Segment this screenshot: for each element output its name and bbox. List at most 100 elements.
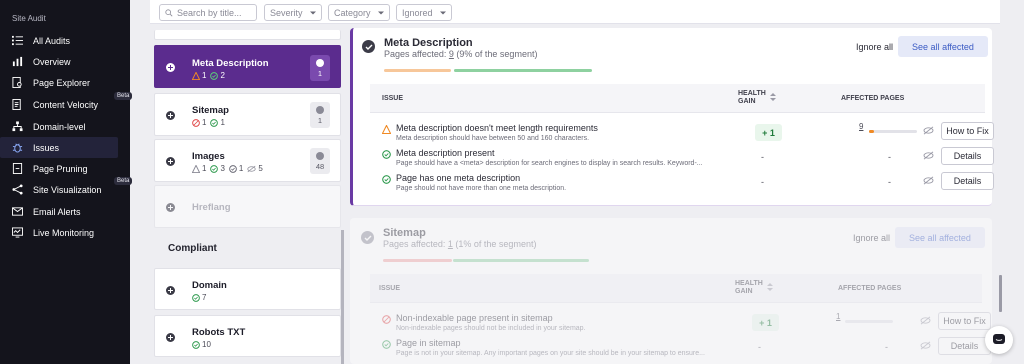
eye-off-icon[interactable]	[920, 316, 931, 325]
sidebar-item-label: Content Velocity	[33, 99, 99, 110]
see-all-affected-button[interactable]: See all affected	[898, 36, 988, 57]
ignore-all-button[interactable]: Ignore all	[856, 42, 893, 52]
pages-affected: Pages affected: 1 (1% of the segment)	[383, 239, 536, 249]
eye-off-icon[interactable]	[923, 176, 934, 185]
issue-description: Non-indexable pages should not be includ…	[396, 325, 586, 332]
pages-affected-label: Pages affected:	[384, 49, 449, 59]
check-circle-icon	[192, 293, 200, 302]
ok-count: 3	[220, 164, 225, 173]
severity-select[interactable]: Severity	[264, 4, 322, 21]
how-to-fix-button[interactable]: How to Fix	[938, 312, 991, 330]
compliant-section-title: Compliant	[168, 243, 217, 254]
pages-affected-percent: (9% of the segment)	[453, 49, 538, 59]
check-icon	[362, 40, 375, 53]
sidebar-item-overview[interactable]: Overview	[0, 51, 130, 72]
sidebar-item-domain-level[interactable]: Domain-level	[0, 116, 130, 137]
column-affected-pages: AFFECTED PAGES	[838, 285, 902, 292]
check-circle-icon	[382, 175, 391, 184]
health-gain-badge: + 1	[755, 124, 782, 141]
details-button[interactable]: Details	[938, 337, 991, 355]
category-select[interactable]: Category	[328, 4, 390, 21]
network-icon	[12, 184, 23, 195]
error-count: 1	[202, 118, 207, 127]
issue-group-images[interactable]: Images 1 3 1 5 48	[154, 139, 341, 182]
search-input[interactable]: Search by title...	[159, 4, 257, 21]
chat-button[interactable]	[985, 326, 1013, 354]
sidebar-item-site-visualization[interactable]: Site Visualization	[0, 179, 130, 200]
sidebar-item-all-audits[interactable]: All Audits	[0, 30, 130, 51]
eye-off-icon[interactable]	[923, 151, 934, 160]
column-health-gain[interactable]: HEALTH	[738, 90, 766, 97]
segment-bar-ok	[454, 69, 592, 72]
expand-icon	[166, 333, 175, 342]
issue-title: Meta description present	[396, 148, 495, 158]
severity-label: Severity	[270, 7, 303, 18]
affected-pages-bar	[869, 130, 917, 133]
badge-count: 1	[317, 68, 323, 78]
compliant-item-domain[interactable]: Domain 7	[154, 268, 341, 310]
sidebar-item-live-monitoring[interactable]: Live Monitoring	[0, 222, 130, 243]
table-row: Meta description present Page should hav…	[370, 146, 994, 171]
check-circle-icon	[382, 150, 391, 159]
sidebar-item-email-alerts[interactable]: Email Alerts	[0, 201, 130, 222]
table-header: ISSUE HEALTH GAIN AFFECTED PAGES	[370, 84, 985, 113]
compliant-item-title: Robots TXT	[192, 327, 246, 338]
compliant-item-counts: 10	[192, 340, 211, 349]
ignored-select[interactable]: Ignored	[396, 4, 452, 21]
eye-off-icon[interactable]	[923, 126, 934, 135]
search-icon	[165, 8, 173, 16]
segment-bar-warning	[384, 69, 451, 72]
affected-pages-bar-fill	[869, 130, 874, 133]
column-health-gain[interactable]: HEALTH	[735, 280, 763, 287]
sidebar-item-page-explorer[interactable]: Page Explorer	[0, 72, 130, 93]
affected-pages-link[interactable]: 1	[836, 312, 840, 321]
health-gain-value: -	[758, 342, 761, 352]
sidebar-item-label: Page Pruning	[33, 163, 88, 174]
expand-icon	[166, 203, 175, 212]
sidebar-item-issues[interactable]: Issues	[0, 137, 118, 158]
column-issue: ISSUE	[382, 95, 404, 102]
affected-pages-link[interactable]: 9	[859, 122, 863, 131]
issue-group-meta-description[interactable]: Meta Description 1 2 1	[154, 45, 341, 88]
see-all-affected-button[interactable]: See all affected	[895, 227, 985, 248]
compliant-item-counts: 7	[192, 293, 206, 302]
expand-icon	[166, 157, 175, 166]
how-to-fix-button[interactable]: How to Fix	[941, 122, 994, 140]
sidebar-item-page-pruning[interactable]: Page Pruning	[0, 158, 130, 179]
issue-title: Page has one meta description	[396, 173, 521, 183]
ignore-all-button[interactable]: Ignore all	[853, 233, 890, 243]
error-icon	[382, 315, 391, 324]
issue-description: Meta description should have between 50 …	[396, 135, 590, 142]
plus-circle-icon	[316, 58, 324, 67]
pages-affected: Pages affected: 9 (9% of the segment)	[384, 49, 537, 59]
issue-group-sitemap[interactable]: Sitemap 1 1 1	[154, 93, 341, 136]
compliant-item-robots-txt[interactable]: Robots TXT 10	[154, 315, 341, 357]
sidebar-item-label: Email Alerts	[33, 206, 81, 217]
table-row: Page has one meta description Page shoul…	[370, 171, 994, 196]
sidebar-section-title: Site Audit	[12, 14, 46, 23]
ok-count: 2	[220, 71, 225, 80]
sidebar-item-content-velocity[interactable]: Content Velocity	[0, 94, 130, 115]
affected-pages-value: -	[885, 342, 888, 352]
details-button[interactable]: Details	[941, 172, 994, 190]
middle-scrollbar[interactable]	[341, 230, 344, 364]
affected-pages-bar	[845, 320, 893, 323]
monitor-icon	[12, 227, 23, 238]
issue-count-badge: 1	[310, 102, 330, 128]
sort-icon[interactable]	[770, 93, 776, 101]
affected-pages-value: -	[888, 177, 891, 187]
sort-icon[interactable]	[767, 283, 773, 291]
segment-bar-error	[383, 259, 452, 262]
eye-off-icon[interactable]	[920, 341, 931, 350]
chevron-down-icon	[440, 11, 446, 15]
details-button[interactable]: Details	[941, 147, 994, 165]
hierarchy-icon	[12, 121, 23, 132]
main-scrollbar[interactable]	[999, 275, 1002, 312]
issue-group-hreflang[interactable]: Hreflang	[154, 185, 341, 228]
sidebar-item-label: Live Monitoring	[33, 227, 95, 238]
filter-bar: Search by title... Severity Category Ign…	[150, 0, 1000, 24]
badge-count: 1	[317, 115, 323, 125]
bar-chart-icon	[12, 56, 23, 67]
expand-icon	[166, 286, 175, 295]
document-speed-icon	[12, 99, 23, 110]
